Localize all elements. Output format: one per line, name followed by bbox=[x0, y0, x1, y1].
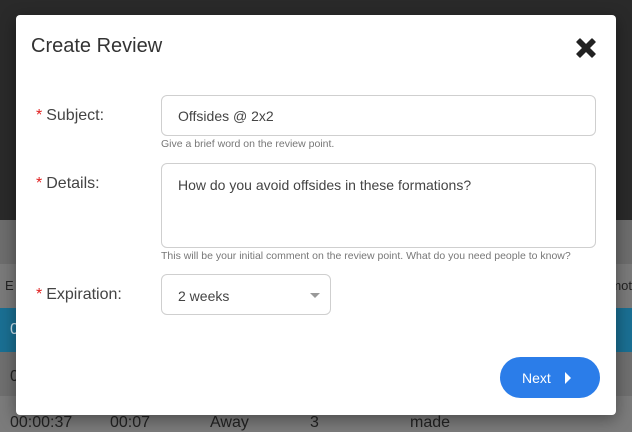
chevron-down-icon bbox=[310, 293, 320, 298]
required-marker: * bbox=[36, 107, 43, 124]
create-review-modal: Create Review *Subject: Give a brief wor… bbox=[16, 15, 616, 415]
table-cell-result: made bbox=[410, 414, 451, 431]
required-marker: * bbox=[36, 175, 43, 192]
details-label: * Details: bbox=[36, 175, 100, 193]
table-cell-time: 00:00:37 bbox=[10, 414, 73, 431]
caret-right-icon bbox=[565, 372, 571, 384]
table-cell-duration: 00:07 bbox=[110, 414, 151, 431]
modal-title: Create Review bbox=[31, 35, 163, 57]
details-help-text: This will be your initial comment on the… bbox=[161, 250, 571, 262]
close-icon[interactable] bbox=[572, 34, 600, 62]
subject-label-text: Subject: bbox=[46, 107, 105, 124]
table-cell-team: Away bbox=[210, 414, 249, 431]
details-textarea[interactable]: How do you avoid offsides in these forma… bbox=[161, 163, 596, 248]
expiration-select[interactable]: 2 weeks bbox=[161, 274, 331, 315]
required-marker: * bbox=[36, 286, 43, 303]
table-cell-number: 3 bbox=[310, 414, 319, 431]
next-button[interactable]: Next bbox=[500, 357, 600, 398]
subject-input[interactable] bbox=[161, 95, 596, 136]
expiration-label: * Expiration: bbox=[36, 286, 122, 304]
expiration-label-text: Expiration: bbox=[46, 286, 122, 303]
details-label-text: Details: bbox=[46, 175, 100, 192]
subject-label: * Subject: bbox=[36, 107, 104, 125]
subject-help-text: Give a brief word on the review point. bbox=[161, 138, 335, 150]
expiration-selected-value: 2 weeks bbox=[178, 288, 230, 304]
next-button-label: Next bbox=[522, 370, 551, 386]
table-header-left: E bbox=[5, 278, 14, 293]
